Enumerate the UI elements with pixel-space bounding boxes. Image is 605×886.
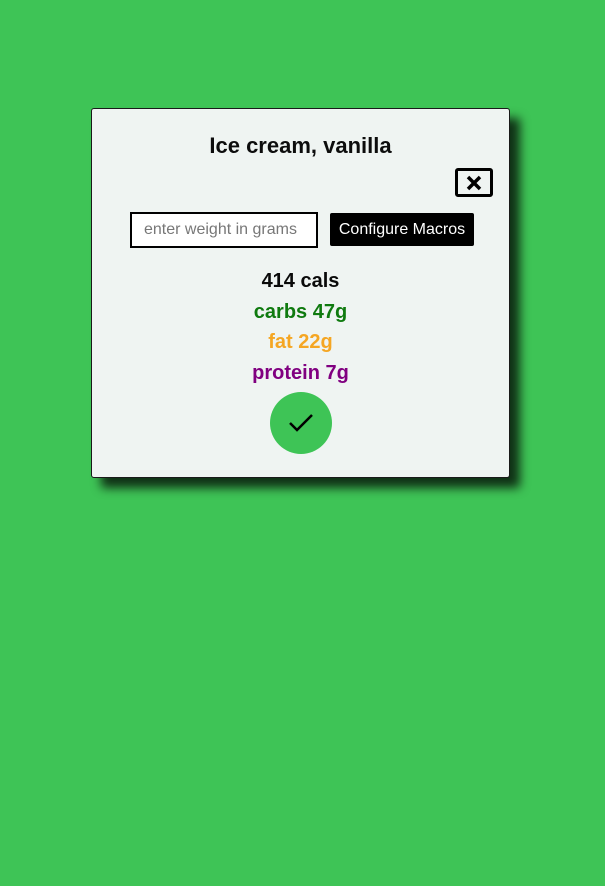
food-modal: Ice cream, vanilla Configure Macros 414 …	[91, 108, 510, 478]
confirm-button[interactable]	[270, 392, 332, 454]
close-icon	[466, 175, 482, 190]
macros-summary: 414 cals carbs 47g fat 22g protein 7g	[92, 266, 509, 388]
fat-value: fat 22g	[268, 331, 333, 353]
checkmark-icon	[289, 414, 313, 432]
calories-value: 414 cals	[261, 270, 340, 292]
configure-macros-button[interactable]: Configure Macros	[330, 213, 474, 246]
carbs-value: carbs 47g	[253, 300, 348, 323]
weight-input[interactable]	[130, 212, 318, 248]
protein-value: protein 7g	[252, 361, 349, 384]
food-title: Ice cream, vanilla	[209, 133, 392, 158]
close-button[interactable]	[455, 168, 493, 197]
